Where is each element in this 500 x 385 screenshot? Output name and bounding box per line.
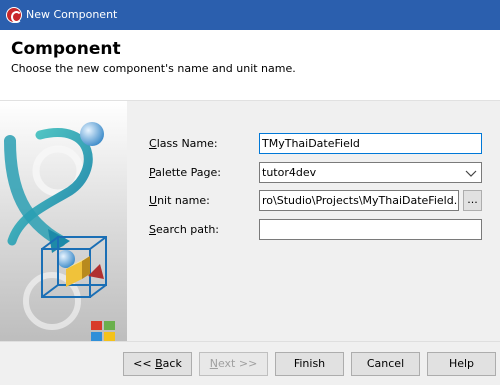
search-path-input[interactable] xyxy=(259,219,482,240)
app-icon xyxy=(6,7,22,23)
button-bar: << Back Next >> Finish Cancel Help xyxy=(0,341,500,385)
class-name-input[interactable]: TMyThaiDateField xyxy=(259,133,482,154)
chevron-down-icon xyxy=(465,170,477,177)
unit-name-input[interactable]: ro\Studio\Projects\MyThaiDateField.pas xyxy=(259,190,459,211)
illustration-ball-large xyxy=(80,122,104,146)
wizard-header: Component Choose the new component's nam… xyxy=(0,30,500,100)
search-path-label: Search path: xyxy=(149,223,220,236)
page-title: Component xyxy=(11,39,121,59)
class-name-label: Class Name: xyxy=(149,137,218,150)
palette-page-value: tutor4dev xyxy=(262,166,317,179)
browse-unit-button[interactable]: ... xyxy=(463,190,482,211)
title-bar: New Component xyxy=(0,0,500,30)
unit-name-label: Unit name: xyxy=(149,194,210,207)
wizard-illustration xyxy=(0,101,127,342)
palette-page-label: Palette Page: xyxy=(149,166,221,179)
window-title: New Component xyxy=(26,8,118,21)
back-button[interactable]: << Back xyxy=(123,352,192,376)
help-button[interactable]: Help xyxy=(427,352,496,376)
page-subtitle: Choose the new component's name and unit… xyxy=(11,62,296,75)
next-button[interactable]: Next >> xyxy=(199,352,268,376)
palette-page-select[interactable]: tutor4dev xyxy=(259,162,482,183)
wizard-body: Class Name: TMyThaiDateField Palette Pag… xyxy=(0,100,500,342)
cancel-button[interactable]: Cancel xyxy=(351,352,420,376)
finish-button[interactable]: Finish xyxy=(275,352,344,376)
